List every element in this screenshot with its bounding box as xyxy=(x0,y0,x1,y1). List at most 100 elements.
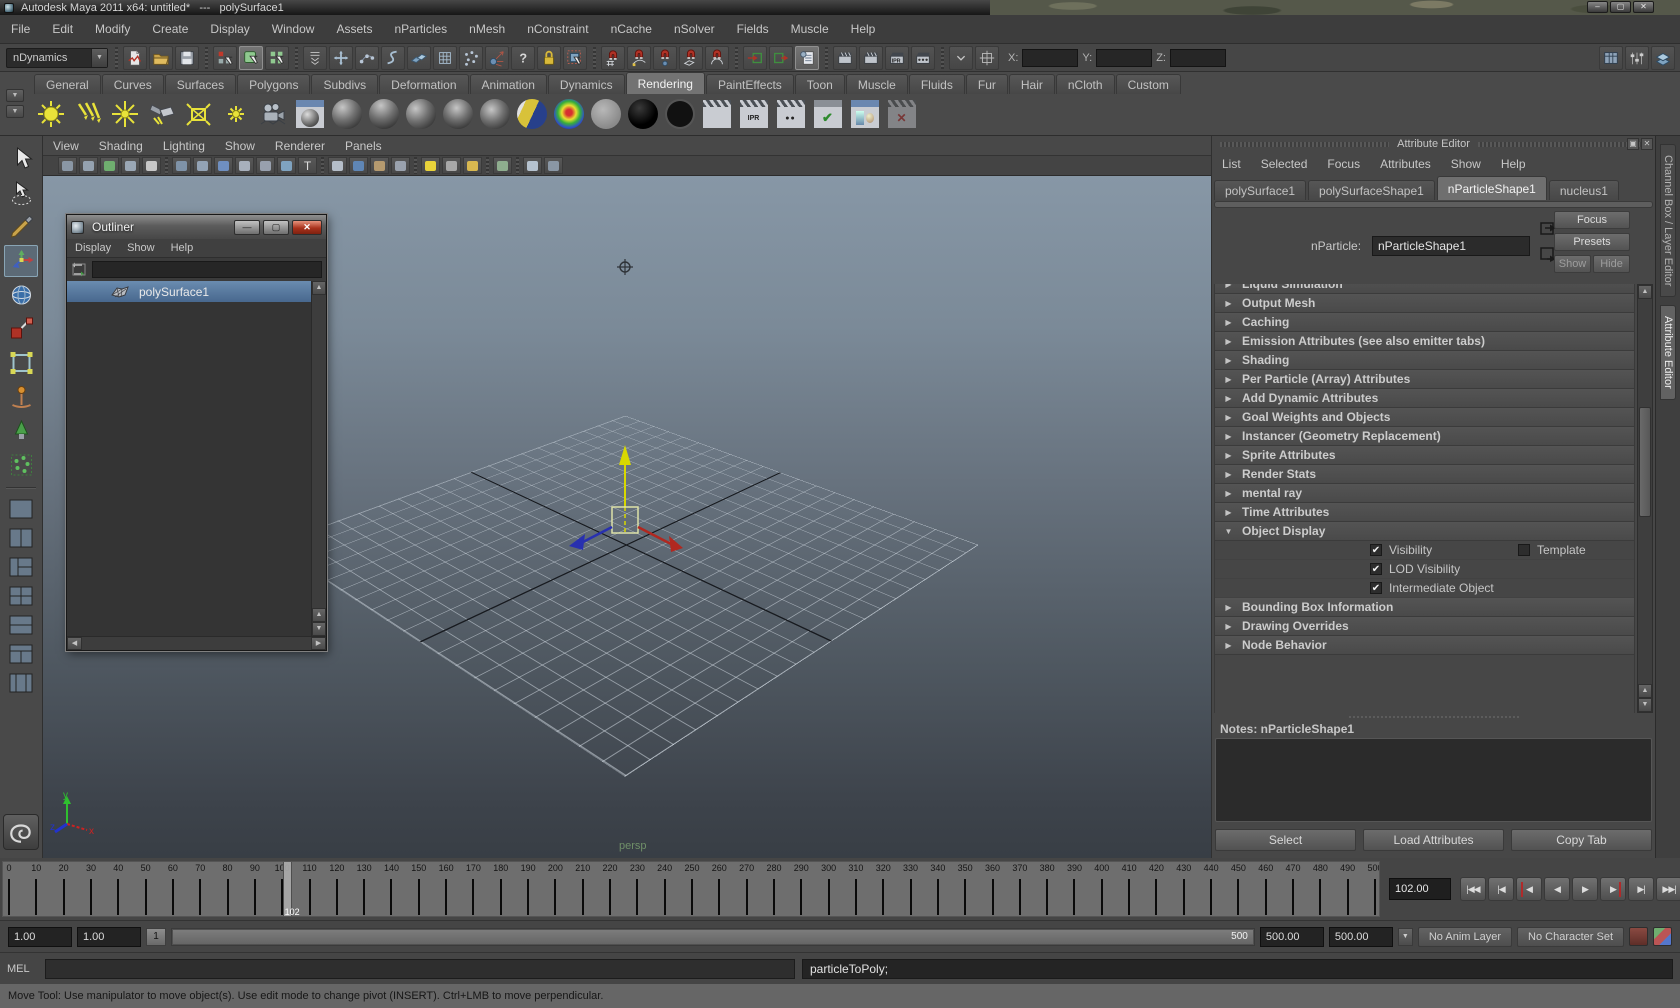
shelf-tab-arrow-icon[interactable]: ▼ xyxy=(6,89,24,102)
menu-create[interactable]: Create xyxy=(141,15,199,44)
z-coord-input[interactable] xyxy=(1169,48,1226,67)
playback-start-field[interactable] xyxy=(77,926,141,947)
focus-button[interactable]: Focus xyxy=(1554,211,1630,229)
ipr-render-icon[interactable]: IPR xyxy=(885,45,909,70)
toolbar-separator[interactable] xyxy=(292,46,300,69)
auto-keyframe-icon[interactable] xyxy=(1629,927,1648,946)
scroll-right-icon[interactable]: ▶ xyxy=(311,637,326,650)
section-emission-attributes-see-also-emitter-tabs[interactable]: ▶ Emission Attributes (see also emitter t… xyxy=(1215,332,1634,351)
chevron-collapsed-icon[interactable]: ▶ xyxy=(1215,470,1242,479)
show-button[interactable]: Show xyxy=(1554,255,1591,273)
chevron-collapsed-icon[interactable]: ▶ xyxy=(1215,451,1242,460)
mask-curves-icon[interactable] xyxy=(381,45,405,70)
move-manipulator[interactable] xyxy=(525,423,725,583)
side-tab-channel-box-layer-editor[interactable]: Channel Box / Layer Editor xyxy=(1660,144,1676,298)
time-slider-ruler[interactable]: 0102030405060708090100110120130140150160… xyxy=(2,861,1380,917)
persp-graph-layout[interactable] xyxy=(5,612,37,637)
panelbar-bulbY-icon[interactable] xyxy=(421,157,440,174)
menu-edit[interactable]: Edit xyxy=(41,15,84,44)
area-light-shelf-icon[interactable] xyxy=(181,97,216,132)
ae-tab-nucleus1[interactable]: nucleus1 xyxy=(1548,180,1619,200)
mask-rendering-icon[interactable] xyxy=(485,45,509,70)
panel-menu-panels[interactable]: Panels xyxy=(335,139,392,153)
select-button[interactable]: Select xyxy=(1215,829,1356,851)
copy-tab-button[interactable]: Copy Tab xyxy=(1511,829,1652,851)
scroll-up-icon[interactable]: ▲ xyxy=(312,281,326,295)
pivot-box-icon[interactable] xyxy=(975,45,999,70)
menu-muscle[interactable]: Muscle xyxy=(780,15,840,44)
shelf-tab-deformation[interactable]: Deformation xyxy=(379,73,469,94)
outliner-list[interactable]: polySurface1 xyxy=(67,281,311,636)
playback-end-field[interactable] xyxy=(1259,926,1324,947)
play-backwards-button[interactable]: ◀ xyxy=(1544,877,1570,901)
chevron-collapsed-icon[interactable]: ▶ xyxy=(1215,356,1242,365)
show-manipulator-tool[interactable] xyxy=(4,415,38,447)
checkbox-intermediate-object[interactable]: ✔ Intermediate Object xyxy=(1370,581,1494,595)
checkbox-visibility[interactable]: ✔ Visibility xyxy=(1370,543,1432,557)
shading-swatch-shelf-icon[interactable] xyxy=(292,97,327,132)
section-object-display[interactable]: ▼ Object Display xyxy=(1215,522,1634,541)
maximize-button[interactable]: ▢ xyxy=(1610,1,1631,13)
shelf-tab-curves[interactable]: Curves xyxy=(101,73,164,94)
ae-menu-selected[interactable]: Selected xyxy=(1251,157,1318,171)
menu-nparticles[interactable]: nParticles xyxy=(383,15,458,44)
mask-points-icon[interactable] xyxy=(355,45,379,70)
animation-preferences-icon[interactable] xyxy=(1653,927,1672,946)
current-frame-marker[interactable]: 102 xyxy=(282,862,300,916)
animation-start-field[interactable] xyxy=(8,926,72,947)
blinn-material-shelf-icon[interactable] xyxy=(366,97,401,132)
move-tool[interactable] xyxy=(4,245,38,277)
chevron-collapsed-icon[interactable]: ▶ xyxy=(1215,603,1242,612)
menu-ncache[interactable]: nCache xyxy=(600,15,663,44)
menu-help[interactable]: Help xyxy=(840,15,887,44)
select-by-object-icon[interactable] xyxy=(239,45,263,70)
shelf-tab-subdivs[interactable]: Subdivs xyxy=(311,73,379,94)
spot-light-shelf-icon[interactable] xyxy=(144,97,179,132)
outliner-vertical-scrollbar[interactable]: ▲ ▲ ▼ xyxy=(311,281,326,636)
single-pane-layout[interactable] xyxy=(5,496,37,521)
outliner-menu-help[interactable]: Help xyxy=(163,242,202,254)
mask-surfaces-icon[interactable] xyxy=(407,45,431,70)
panelbar-textT-icon[interactable]: T xyxy=(298,157,317,174)
universal-manipulator-tool[interactable] xyxy=(4,347,38,379)
menu-modify[interactable]: Modify xyxy=(84,15,141,44)
toolbar-separator[interactable] xyxy=(732,46,740,69)
phong-material-shelf-icon[interactable] xyxy=(440,97,475,132)
shelf-menu-arrow-icon[interactable]: ▼ xyxy=(6,105,24,118)
snap-to-grid-icon[interactable] xyxy=(601,45,625,70)
panel-menu-show[interactable]: Show xyxy=(215,139,265,153)
maya-swirl-icon[interactable] xyxy=(3,814,39,850)
ipr-render-shelf-icon[interactable]: IPR xyxy=(736,97,771,132)
construction-history-icon[interactable] xyxy=(795,45,819,70)
channel-box-toggle-icon[interactable] xyxy=(1599,45,1623,70)
shelf-tab-dynamics[interactable]: Dynamics xyxy=(547,73,625,94)
render-settings-icon[interactable] xyxy=(911,45,935,70)
scroll-down-icon[interactable]: ▼ xyxy=(1638,698,1652,712)
panelbar-axis-icon[interactable] xyxy=(142,157,161,174)
directional-light-shelf-icon[interactable] xyxy=(70,97,105,132)
attribute-editor-scrollbar[interactable]: ▲ ▲ ▼ xyxy=(1637,284,1653,713)
panelbar-film-icon[interactable] xyxy=(391,157,410,174)
scroll-track[interactable] xyxy=(82,637,311,650)
menu-display[interactable]: Display xyxy=(199,15,260,44)
section-add-dynamic-attributes[interactable]: ▶ Add Dynamic Attributes xyxy=(1215,389,1634,408)
section-drawing-overrides[interactable]: ▶ Drawing Overrides xyxy=(1215,617,1634,636)
outliner-close-button[interactable]: ✕ xyxy=(292,219,322,235)
hypershade-shelf-icon[interactable] xyxy=(847,97,882,132)
menu-assets[interactable]: Assets xyxy=(325,15,383,44)
checkbox-checked-icon[interactable]: ✔ xyxy=(1370,582,1382,594)
highlight-selection-icon[interactable] xyxy=(563,45,587,70)
shelf-tab-animation[interactable]: Animation xyxy=(469,73,547,94)
range-start-handle[interactable]: 1 xyxy=(146,927,166,946)
scroll-up-icon[interactable]: ▲ xyxy=(1638,684,1652,698)
y-coord-input[interactable] xyxy=(1096,48,1153,67)
outliner-search-input[interactable] xyxy=(92,261,322,278)
x-axis-handle[interactable] xyxy=(669,536,683,552)
go-to-end-button[interactable]: ▶▶| xyxy=(1656,877,1680,901)
close-icon[interactable]: ✕ xyxy=(1641,138,1653,150)
chevron-down-icon[interactable]: ▼ xyxy=(91,48,107,67)
scroll-track[interactable] xyxy=(312,295,326,608)
lock-selection-icon[interactable] xyxy=(537,45,561,70)
section-time-attributes[interactable]: ▶ Time Attributes xyxy=(1215,503,1634,522)
select-by-component-icon[interactable] xyxy=(265,45,289,70)
